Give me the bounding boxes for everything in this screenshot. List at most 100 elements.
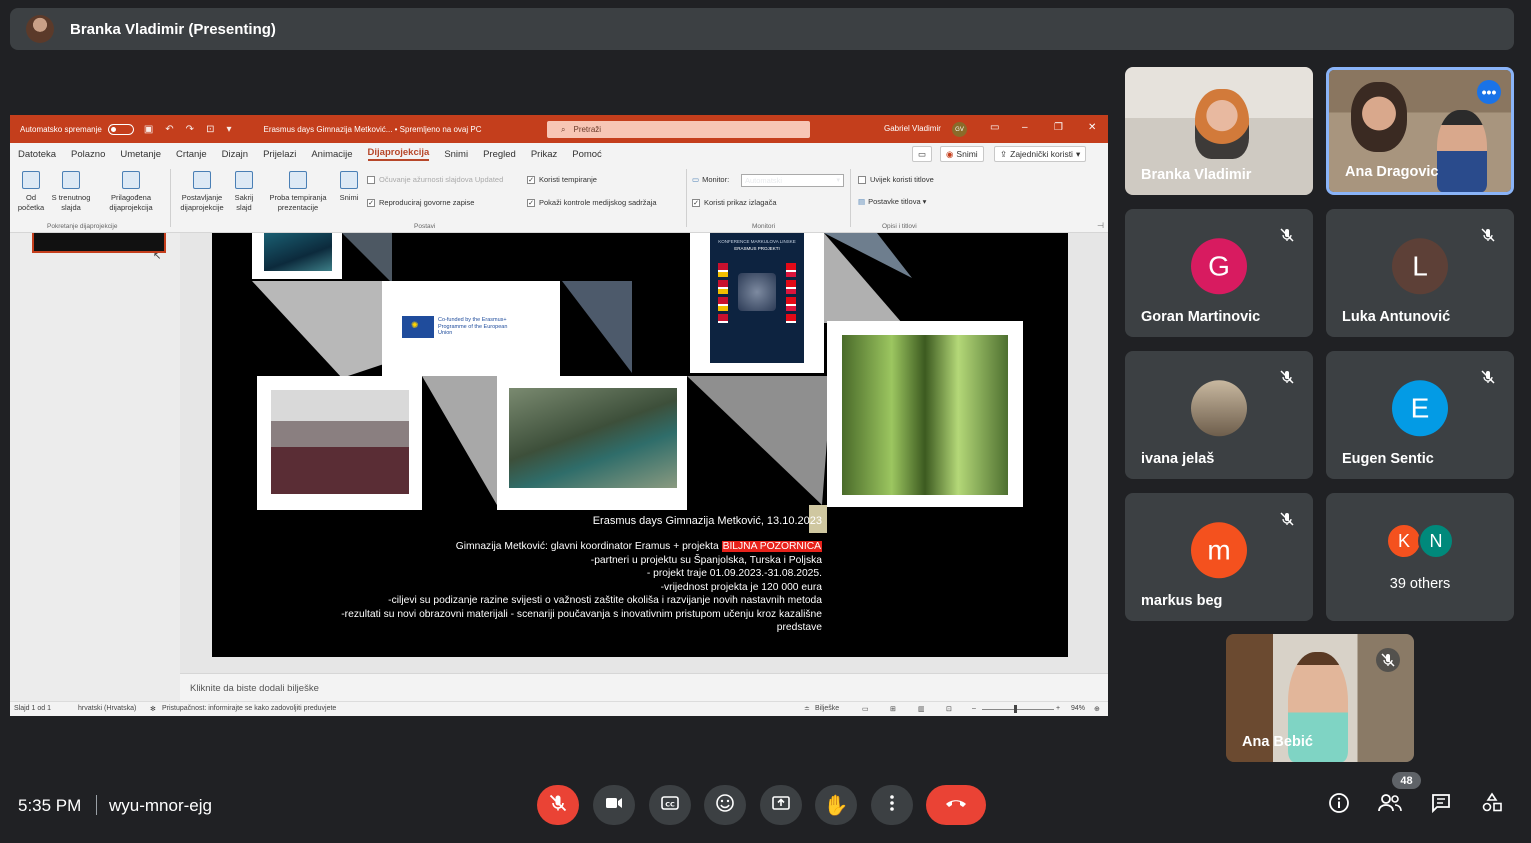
menu-animacije[interactable]: Animacije: [311, 149, 352, 160]
always-subtitles-checkbox[interactable]: Uvijek koristi titlove: [858, 175, 934, 184]
slideshow-icon: [22, 171, 40, 189]
show-media-checkbox[interactable]: ✓ Pokaži kontrole medijskog sadržaja: [527, 198, 657, 207]
raise-hand-button[interactable]: ✋: [815, 785, 857, 825]
slide-edit-area: ✺ Co-funded by the Erasmus+ Programme of…: [180, 233, 1108, 673]
present-now-button[interactable]: [760, 785, 802, 825]
captions-button[interactable]: CC: [649, 785, 691, 825]
fit-slide-icon[interactable]: ⊕: [1094, 705, 1100, 713]
comments-button[interactable]: ▭: [912, 146, 933, 162]
shared-screen: Automatsko spremanje ▣ ↶ ↷ ⊡ ▾ Erasmus d…: [10, 115, 1108, 716]
rehearse-button[interactable]: Proba tempiranja prezentacije: [262, 171, 334, 213]
collapse-ribbon-icon[interactable]: ⊣: [1097, 221, 1104, 230]
menu-snimi[interactable]: Snimi: [444, 149, 468, 160]
zoom-level[interactable]: 94%: [1071, 705, 1085, 712]
hide-slide-button[interactable]: Sakrij slajd: [231, 171, 257, 213]
ppt-menu-bar: Datoteka Polazno Umetanje Crtanje Dizajn…: [10, 143, 1108, 165]
accessibility-icon: ✻: [150, 706, 156, 713]
menu-pregled[interactable]: Pregled: [483, 149, 516, 160]
presenter-view-checkbox[interactable]: ✓ Koristi prikaz izlagača: [692, 198, 777, 207]
play-narrations-checkbox[interactable]: ✓ Reproduciraj govorne zapise: [367, 198, 474, 207]
meeting-code[interactable]: wyu-mnor-ejg: [109, 796, 212, 816]
normal-view-icon[interactable]: ▭: [862, 705, 869, 713]
menu-umetanje[interactable]: Umetanje: [120, 149, 161, 160]
participant-name: ivana jelaš: [1141, 451, 1215, 467]
slide-canvas[interactable]: ✺ Co-funded by the Erasmus+ Programme of…: [212, 233, 1068, 657]
custom-label-1: Prilagođena: [110, 193, 152, 202]
more-options-icon[interactable]: •••: [1477, 80, 1501, 104]
menu-prikaz[interactable]: Prikaz: [531, 149, 557, 160]
from-start-button[interactable]: Od početka: [16, 171, 46, 213]
presenter-bar: Branka Vladimir (Presenting): [10, 8, 1514, 50]
present-icon[interactable]: ⊡: [206, 124, 214, 135]
record-button[interactable]: ◉ Snimi: [940, 146, 984, 162]
reactions-button[interactable]: [704, 785, 746, 825]
reading-view-icon[interactable]: ▥: [918, 705, 925, 713]
sorter-view-icon[interactable]: ⊞: [890, 705, 896, 713]
minimize-icon[interactable]: –: [1022, 122, 1028, 133]
participant-tile[interactable]: L Luka Antunović: [1326, 209, 1514, 337]
save-icon[interactable]: ▣: [144, 124, 153, 135]
participant-tile[interactable]: m markus beg: [1125, 493, 1313, 621]
zoom-in-icon[interactable]: +: [1056, 705, 1060, 712]
slideshow-view-icon[interactable]: ⊡: [946, 705, 952, 713]
mic-off-icon: [548, 793, 568, 818]
participant-tile[interactable]: ivana jelaš: [1125, 351, 1313, 479]
notes-field[interactable]: Kliknite da biste dodali bilješke: [180, 673, 1108, 700]
close-icon[interactable]: ✕: [1088, 122, 1096, 133]
activities-button[interactable]: [1477, 790, 1507, 820]
custom-show-button[interactable]: Prilagođena dijaprojekcija: [100, 171, 162, 213]
autosave-toggle[interactable]: [107, 123, 134, 135]
user-avatar[interactable]: GV: [952, 122, 967, 137]
photo-frame: [827, 321, 1023, 507]
slide-thumbnail[interactable]: [32, 233, 166, 253]
customize-icon[interactable]: ▾: [226, 124, 231, 135]
more-options-button[interactable]: [871, 785, 913, 825]
zoom-slider-thumb[interactable]: [1014, 705, 1017, 713]
from-current-button[interactable]: S trenutnog slajda: [48, 171, 94, 213]
monitor-select[interactable]: Automatski ▾: [741, 174, 844, 187]
flags-left: [718, 263, 728, 323]
leave-call-button[interactable]: [926, 785, 986, 825]
restore-icon[interactable]: ❐: [1054, 122, 1063, 133]
mic-off-icon: [1476, 223, 1500, 247]
menu-dijaprojekcija[interactable]: Dijaprojekcija: [367, 147, 430, 161]
monitor-label-row: ▭ Monitor:: [692, 175, 729, 184]
mic-toggle-button[interactable]: [537, 785, 579, 825]
record-show-icon: [340, 171, 358, 189]
setup-show-button[interactable]: Postavljanje dijaprojekcije: [174, 171, 230, 213]
others-tile[interactable]: K N 39 others: [1326, 493, 1514, 621]
from-current-label-1: S trenutnog: [51, 193, 91, 202]
participant-tile[interactable]: Ana Bebić: [1226, 634, 1414, 762]
menu-dizajn[interactable]: Dizajn: [222, 149, 248, 160]
accessibility-label[interactable]: Pristupačnost: informirajte se kako zado…: [162, 705, 336, 712]
ribbon-display-icon[interactable]: ▭: [990, 122, 999, 133]
redo-icon[interactable]: ↷: [186, 124, 194, 135]
subtitle-settings-button[interactable]: ▤ Postavke titlova ▾: [858, 197, 926, 206]
participant-tile[interactable]: G Goran Martinovic: [1125, 209, 1313, 337]
classroom-photo: [271, 390, 409, 494]
people-button[interactable]: [1375, 790, 1405, 820]
ppt-search[interactable]: ⌕ Pretraži: [547, 121, 810, 138]
language-label[interactable]: hrvatski (Hrvatska): [78, 705, 136, 712]
participant-tile[interactable]: Branka Vladimir: [1125, 67, 1313, 195]
undo-icon[interactable]: ↶: [165, 124, 173, 135]
record-show-button[interactable]: Snimi: [336, 171, 362, 203]
hand-icon: ✋: [823, 794, 849, 817]
menu-prijelazi[interactable]: Prijelazi: [263, 149, 296, 160]
menu-crtanje[interactable]: Crtanje: [176, 149, 207, 160]
zoom-out-icon[interactable]: –: [972, 705, 976, 712]
notes-toggle[interactable]: Bilješke: [815, 705, 839, 712]
use-timings-checkbox[interactable]: ✓ Koristi tempiranje: [527, 175, 597, 184]
participant-tile[interactable]: E Eugen Sentic: [1326, 351, 1514, 479]
zoom-slider[interactable]: [982, 709, 1054, 710]
chevron-down-icon: ▾: [836, 177, 840, 184]
participant-tile-active[interactable]: ••• Ana Dragovic: [1326, 67, 1514, 195]
menu-pomoc[interactable]: Pomoć: [572, 149, 602, 160]
menu-datoteka[interactable]: Datoteka: [18, 149, 56, 160]
share-button[interactable]: ⇪ Zajednički koristi ▾: [994, 146, 1087, 162]
chat-button[interactable]: [1426, 790, 1456, 820]
meeting-details-button[interactable]: [1324, 790, 1354, 820]
camera-toggle-button[interactable]: [593, 785, 635, 825]
menu-polazno[interactable]: Polazno: [71, 149, 105, 160]
poster-frame: KONFERENCE MARKULOVA LINSKE ERASMUS PROJ…: [690, 233, 824, 373]
